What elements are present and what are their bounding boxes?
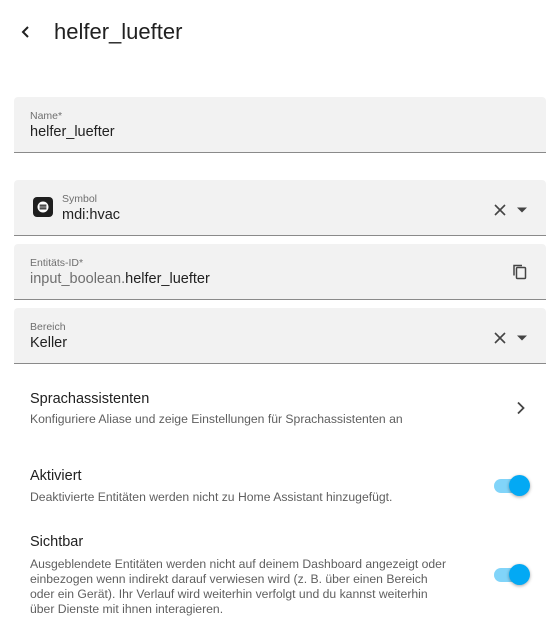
area-clear-button[interactable] <box>489 327 511 349</box>
visible-description-line: oder ein Gerät). Ihr Verlauf wird weiter… <box>30 587 428 601</box>
chevron-right-icon[interactable] <box>511 398 531 418</box>
entity-id-prefix: input_boolean. <box>30 271 126 287</box>
name-field-value[interactable]: helfer_luefter <box>30 124 115 140</box>
visible-description-line: über Dienste mit ihnen interagieren. <box>30 602 224 616</box>
name-field[interactable]: Name* helfer_luefter <box>14 97 546 153</box>
name-field-label: Name* <box>30 110 63 122</box>
hvac-icon <box>33 197 53 217</box>
voice-assistants-title: Sprachassistenten <box>30 391 150 407</box>
caret-down-icon <box>517 207 527 213</box>
symbol-dropdown-button[interactable] <box>511 199 533 221</box>
copy-icon <box>513 264 527 280</box>
entity-id-value[interactable]: input_boolean.helfer_luefter <box>30 271 210 287</box>
area-dropdown-button[interactable] <box>511 327 533 349</box>
page-title: helfer_luefter <box>54 19 183 44</box>
symbol-field[interactable]: Symbol mdi:hvac <box>14 180 546 236</box>
visible-title: Sichtbar <box>30 534 84 550</box>
entity-id-field[interactable]: Entitäts-ID* input_boolean.helfer_luefte… <box>14 244 546 300</box>
voice-assistants-description: Konfiguriere Aliase und zeige Einstellun… <box>30 412 403 426</box>
enabled-description: Deaktivierte Entitäten werden nicht zu H… <box>30 490 393 504</box>
visible-description: Ausgeblendete Entitäten werden nicht auf… <box>30 557 485 617</box>
visible-description-line: Ausgeblendete Entitäten werden nicht auf… <box>30 557 447 571</box>
entity-id-name[interactable]: helfer_luefter <box>125 271 210 287</box>
visible-description-line: einbezogen wenn indirekt darauf verwiese… <box>30 572 428 586</box>
symbol-field-value[interactable]: mdi:hvac <box>62 207 120 223</box>
dialog-header: helfer_luefter <box>0 0 560 64</box>
close-icon <box>494 332 506 344</box>
area-field-label: Bereich <box>30 321 66 333</box>
enabled-title: Aktiviert <box>30 468 82 484</box>
close-icon <box>494 204 506 216</box>
chevron-left-icon <box>21 26 29 38</box>
visible-toggle-thumb <box>509 564 530 585</box>
area-field[interactable]: Bereich Keller <box>14 308 546 364</box>
area-field-value[interactable]: Keller <box>30 335 67 351</box>
entity-id-label: Entitäts-ID* <box>30 257 84 269</box>
back-button[interactable] <box>12 18 40 46</box>
symbol-clear-button[interactable] <box>489 199 511 221</box>
enabled-toggle-thumb <box>509 475 530 496</box>
copy-entity-id-button[interactable] <box>509 261 531 283</box>
caret-down-icon <box>517 335 527 341</box>
symbol-field-label: Symbol <box>62 193 98 205</box>
visible-toggle[interactable] <box>494 564 530 585</box>
enabled-toggle[interactable] <box>494 475 530 496</box>
entity-settings-dialog: helfer_luefter Name* helfer_luefter Symb… <box>0 0 560 622</box>
